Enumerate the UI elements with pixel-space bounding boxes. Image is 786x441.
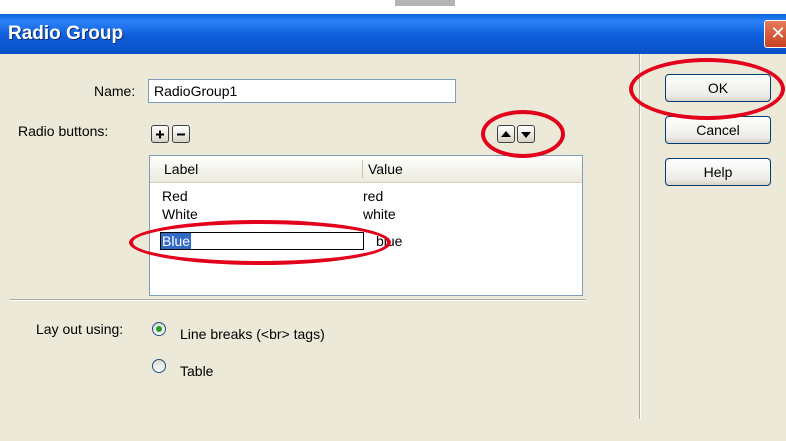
name-input[interactable] [148, 79, 456, 103]
list-item-value: white [363, 206, 396, 222]
move-down-button[interactable] [517, 125, 535, 143]
radio-table[interactable] [152, 359, 166, 373]
divider [639, 54, 641, 419]
background-strip [0, 0, 786, 14]
arrow-up-icon [501, 131, 511, 137]
close-button[interactable]: ✕ [764, 20, 786, 48]
option-line-breaks-label[interactable]: Line breaks (<br> tags) [180, 326, 325, 342]
add-radio-button[interactable] [151, 125, 169, 143]
divider [10, 299, 586, 301]
option-table-label[interactable]: Table [180, 363, 213, 379]
label-edit-field[interactable]: Blue [160, 232, 364, 250]
list-item-selected[interactable]: Blue blue [150, 232, 582, 250]
selected-text: Blue [161, 233, 192, 249]
list-item-label: White [162, 206, 198, 222]
list-header: Label Value [150, 156, 582, 183]
arrow-down-icon [521, 132, 531, 138]
minus-icon [177, 133, 185, 136]
cancel-button[interactable]: Cancel [665, 116, 771, 144]
ok-button[interactable]: OK [665, 74, 771, 102]
move-up-button[interactable] [497, 125, 515, 143]
radio-selected-dot [156, 326, 162, 332]
list-item[interactable]: White white [150, 206, 582, 223]
column-divider[interactable] [362, 160, 363, 178]
name-label: Name: [94, 83, 136, 99]
title-bar[interactable]: Radio Group [0, 14, 786, 54]
close-icon: ✕ [770, 23, 786, 43]
column-header-label[interactable]: Label [164, 161, 198, 177]
plus-icon [156, 130, 164, 139]
list-item[interactable]: Red red [150, 188, 582, 205]
background-fragment [395, 0, 455, 6]
help-button[interactable]: Help [665, 158, 771, 186]
window-title: Radio Group [8, 23, 124, 44]
column-header-value[interactable]: Value [368, 161, 403, 177]
radio-list[interactable]: Label Value Red red White white Blue blu… [149, 155, 583, 296]
radio-line-breaks[interactable] [152, 322, 166, 336]
remove-radio-button[interactable] [172, 125, 190, 143]
list-item-value: blue [376, 233, 403, 249]
radio-buttons-label: Radio buttons: [18, 123, 109, 139]
list-item-value: red [363, 188, 384, 204]
list-item-label: Red [162, 188, 188, 204]
layout-label: Lay out using: [36, 321, 124, 337]
